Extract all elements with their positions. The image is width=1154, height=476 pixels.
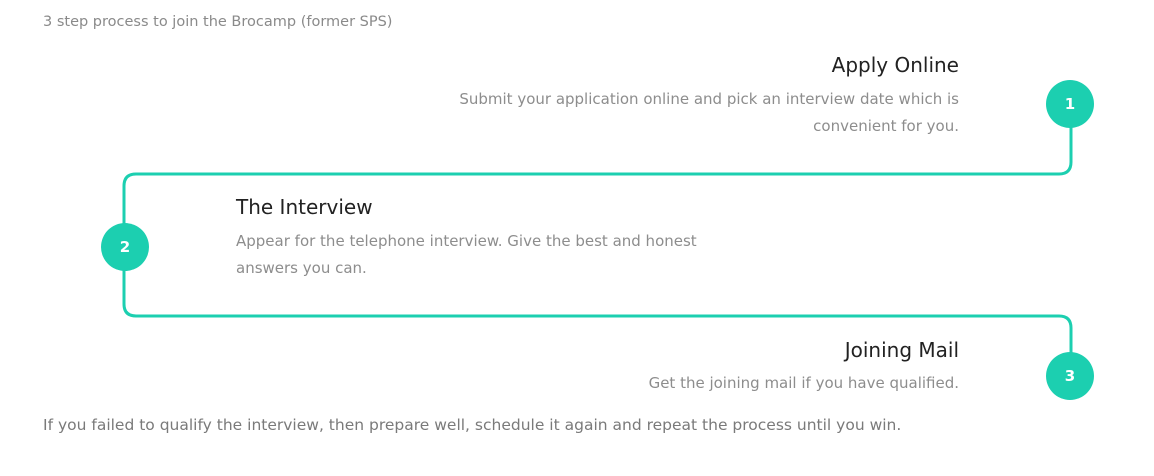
step-2-description: Appear for the telephone interview. Give… (236, 232, 697, 277)
step-3-title: Joining Mail (844, 338, 959, 362)
step-3-badge: 3 (1046, 352, 1094, 400)
step-1-badge: 1 (1046, 80, 1094, 128)
step-2-title: The Interview (236, 195, 373, 219)
step-2-badge: 2 (101, 223, 149, 271)
step-3-description: Get the joining mail if you have qualifi… (648, 374, 959, 392)
footer-note: If you failed to qualify the interview, … (43, 416, 902, 434)
step-1-description: Submit your application online and pick … (459, 90, 959, 135)
step-1-title: Apply Online (831, 53, 959, 77)
